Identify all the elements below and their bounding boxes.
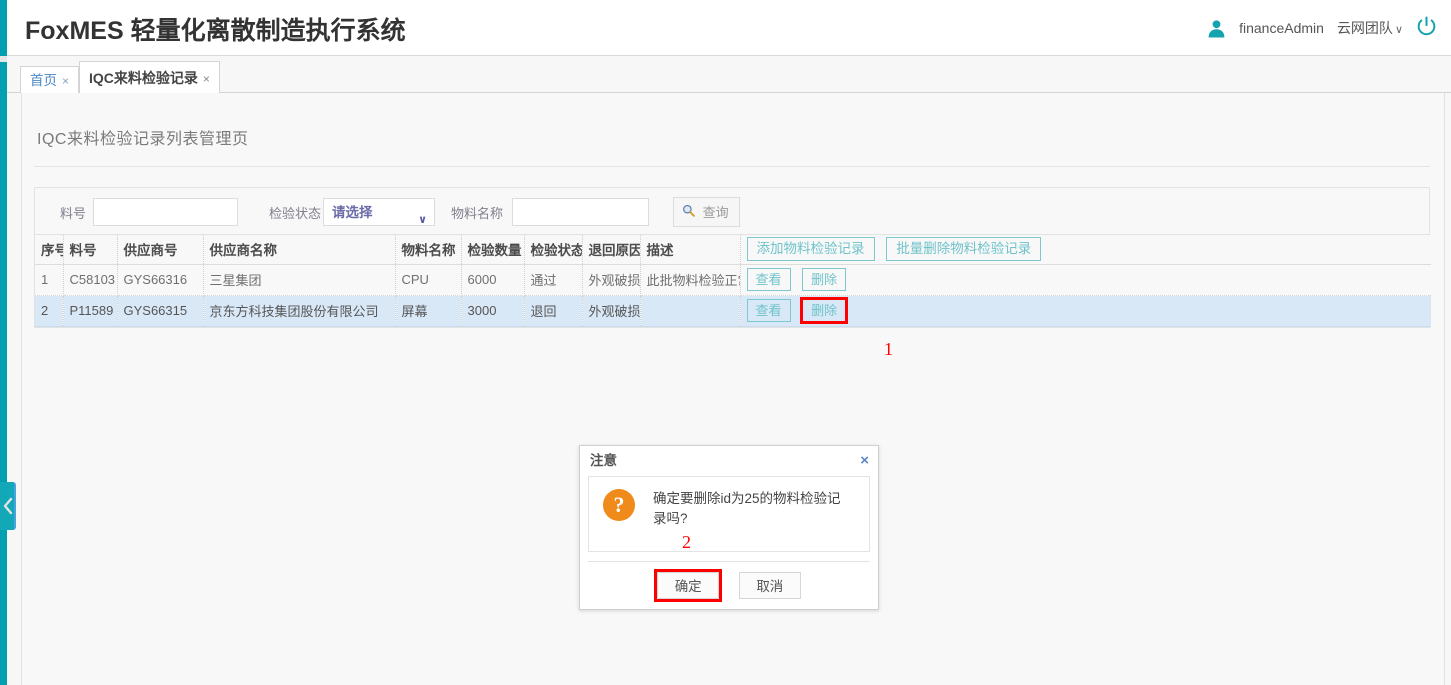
col-seq: 序号 [35,235,64,265]
annotation-marker-1: 1 [884,339,893,359]
tab-iqc-inspection-records[interactable]: IQC来料检验记录 × [79,61,220,94]
delete-record-button[interactable]: 删除 [802,268,847,291]
col-qty: 检验数量 [461,235,525,265]
cell-supplier-name: 三星集团 [203,264,396,296]
cell-row-actions: 查看 删除 [740,295,1070,327]
search-button-label: 查询 [702,205,729,220]
sidebar-collapse-toggle[interactable] [0,482,16,530]
tab-home-label: 首页 [30,73,57,88]
cell-description: 此批物料检验正常 [640,264,741,296]
cell-seq: 1 [35,264,64,296]
cell-filler [1070,264,1431,296]
material-no-label: 料号 [60,206,87,221]
cell-status: 通过 [524,264,583,296]
tab-bar: 首页 × IQC来料检验记录 × [7,56,1451,94]
power-off-icon [1416,16,1437,40]
cell-qty: 6000 [461,264,525,296]
user-avatar-icon [1207,19,1226,38]
cell-supplier-no: GYS66315 [117,295,204,327]
cell-material-name: CPU [395,264,462,296]
chevron-down-icon: ∨ [418,214,427,226]
col-status: 检验状态 [524,235,583,265]
material-name-label: 物料名称 [451,206,504,221]
col-description: 描述 [640,235,741,265]
annotation-marker-2: 2 [682,532,691,552]
magnifier-icon [682,204,699,220]
search-button[interactable]: 查询 [673,197,740,227]
confirm-delete-dialog: 注意 × ? 确定要删除id为25的物料检验记录吗? 确定 取消 [579,445,879,610]
col-material-name: 物料名称 [395,235,462,265]
inspection-status-label: 检验状态 [269,206,322,221]
cell-row-actions: 查看 删除 [740,264,1070,296]
question-mark-icon: ? [603,489,635,521]
dialog-body: ? 确定要删除id为25的物料检验记录吗? [588,476,870,552]
cell-return-reason: 外观破损 [582,295,641,327]
team-dropdown[interactable]: 云网团队 ∨ [1337,18,1403,38]
cell-return-reason: 外观破损 [582,264,641,296]
tab-iqc-label: IQC来料检验记录 [89,70,198,86]
table-header-filler [1070,235,1431,265]
user-name-label: financeAdmin [1239,20,1324,36]
cell-material-no: C58103 [63,264,118,296]
title-divider [34,166,1430,167]
tab-home[interactable]: 首页 × [20,66,80,94]
team-label: 云网团队 [1336,20,1393,36]
dialog-close-icon[interactable]: × [860,446,869,476]
material-no-input[interactable] [93,198,238,226]
cell-supplier-name: 京东方科技集团股份有限公司 [203,295,396,327]
inspection-status-value: 请选择 [332,205,373,220]
table-header-row: 序号 料号 供应商号 供应商名称 物料名称 检验数量 检验状态 退回原因 描述 … [35,235,1431,265]
table-toolbar-cell: 添加物料检验记录 批量删除物料检验记录 [740,235,1070,265]
cell-material-name: 屏幕 [395,295,462,327]
table-row[interactable]: 1 C58103 GYS66316 三星集团 CPU 6000 通过 外观破损 … [35,264,1431,296]
page-title: IQC来料检验记录列表管理页 [37,131,249,148]
power-off-button[interactable] [1416,16,1437,40]
view-record-button[interactable]: 查看 [746,299,791,322]
header-user-area: financeAdmin 云网团队 ∨ [1207,0,1437,56]
app-header: FoxMES 轻量化离散制造执行系统 financeAdmin 云网团队 ∨ [7,0,1451,56]
cell-qty: 3000 [461,295,525,327]
records-table: 序号 料号 供应商号 供应商名称 物料名称 检验数量 检验状态 退回原因 描述 … [35,235,1431,327]
batch-delete-records-button[interactable]: 批量删除物料检验记录 [886,237,1042,262]
dialog-confirm-button[interactable]: 确定 [654,569,723,602]
tab-iqc-close-icon[interactable]: × [203,72,210,86]
dialog-cancel-button[interactable]: 取消 [738,572,801,599]
dialog-header: 注意 × [580,446,878,476]
cell-supplier-no: GYS66316 [117,264,204,296]
col-material-no: 料号 [63,235,118,265]
cell-filler [1070,295,1431,327]
chevron-down-icon: ∨ [1394,24,1403,36]
view-record-button[interactable]: 查看 [746,268,791,291]
cell-material-no: P11589 [63,295,118,327]
dialog-message: 确定要删除id为25的物料检验记录吗? [653,491,841,526]
sidebar-rail-gap [0,56,7,62]
col-supplier-name: 供应商名称 [203,235,396,265]
material-name-input[interactable] [512,198,649,226]
dialog-footer: 确定 取消 [588,561,870,602]
records-table-wrapper: 序号 料号 供应商号 供应商名称 物料名称 检验数量 检验状态 退回原因 描述 … [34,234,1431,328]
tab-home-close-icon[interactable]: × [62,74,69,88]
cell-seq: 2 [35,295,64,327]
application-window: FoxMES 轻量化离散制造执行系统 financeAdmin 云网团队 ∨ 首… [0,0,1451,685]
filter-toolbar: 料号 检验状态 请选择 ∨ 物料名称 查询 [34,187,1430,234]
cell-status: 退回 [524,295,583,327]
inspection-status-select[interactable]: 请选择 ∨ [323,198,435,226]
delete-record-button[interactable]: 删除 [800,297,849,324]
dialog-title: 注意 [590,453,617,468]
col-supplier-no: 供应商号 [117,235,204,265]
add-record-button[interactable]: 添加物料检验记录 [746,237,875,262]
table-row[interactable]: 2 P11589 GYS66315 京东方科技集团股份有限公司 屏幕 3000 … [35,295,1431,327]
col-return-reason: 退回原因 [582,235,641,265]
app-brand-title: FoxMES 轻量化离散制造执行系统 [25,17,406,45]
cell-description [640,295,741,327]
sidebar-rail [0,0,7,685]
